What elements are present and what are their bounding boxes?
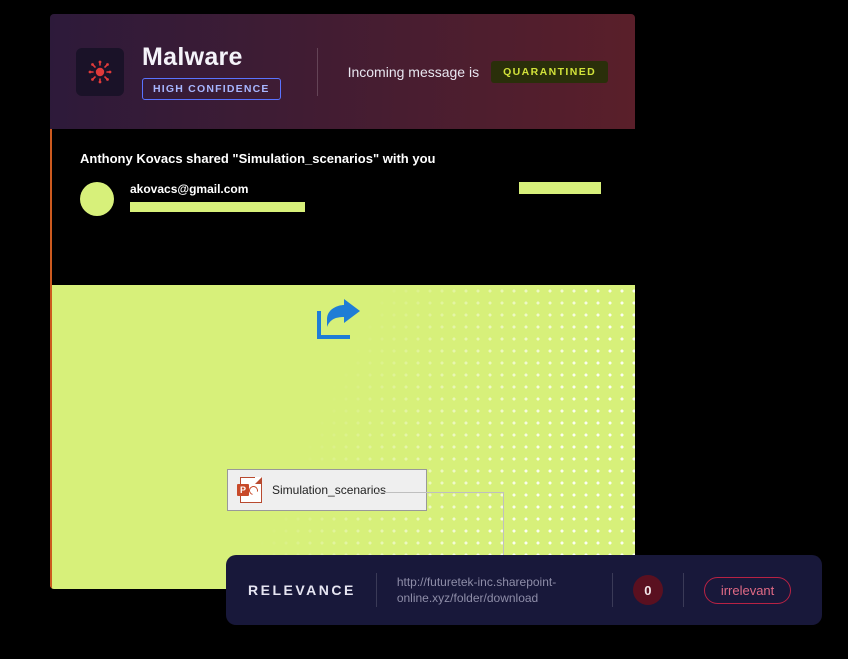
- threat-card: Malware HIGH CONFIDENCE Incoming message…: [50, 14, 635, 589]
- quarantine-badge: QUARANTINED: [491, 61, 608, 83]
- connector-line: [375, 492, 503, 493]
- malware-icon: [76, 48, 124, 96]
- email-preview: Anthony Kovacs shared "Simulation_scenar…: [50, 129, 635, 285]
- divider: [317, 48, 318, 96]
- attachment-filename: Simulation_scenarios: [272, 483, 386, 497]
- threat-header: Malware HIGH CONFIDENCE Incoming message…: [50, 14, 635, 129]
- relevance-bar: RELEVANCE http://futuretek-inc.sharepoin…: [226, 555, 822, 625]
- relevance-label: RELEVANCE: [248, 582, 356, 598]
- powerpoint-icon: P: [240, 477, 262, 503]
- confidence-badge: HIGH CONFIDENCE: [142, 78, 281, 100]
- connector-line: [503, 492, 504, 555]
- divider: [376, 573, 377, 607]
- email-body: P Simulation_scenarios: [50, 285, 635, 589]
- relevance-url: http://futuretek-inc.sharepoint-online.x…: [397, 574, 592, 606]
- avatar: [80, 182, 114, 216]
- relevance-badge: irrelevant: [704, 577, 791, 604]
- redacted-line: [519, 182, 601, 194]
- redacted-line: [130, 202, 305, 212]
- divider: [612, 573, 613, 607]
- threat-title: Malware: [142, 43, 281, 72]
- relevance-count: 0: [633, 575, 663, 605]
- divider: [683, 573, 684, 607]
- status-prefix: Incoming message is: [348, 64, 480, 80]
- attachment-chip[interactable]: P Simulation_scenarios: [227, 469, 427, 511]
- share-icon: [310, 297, 364, 350]
- status-line: Incoming message is QUARANTINED: [348, 61, 609, 83]
- email-subject: Anthony Kovacs shared "Simulation_scenar…: [80, 151, 607, 166]
- sender-email: akovacs@gmail.com: [130, 182, 305, 196]
